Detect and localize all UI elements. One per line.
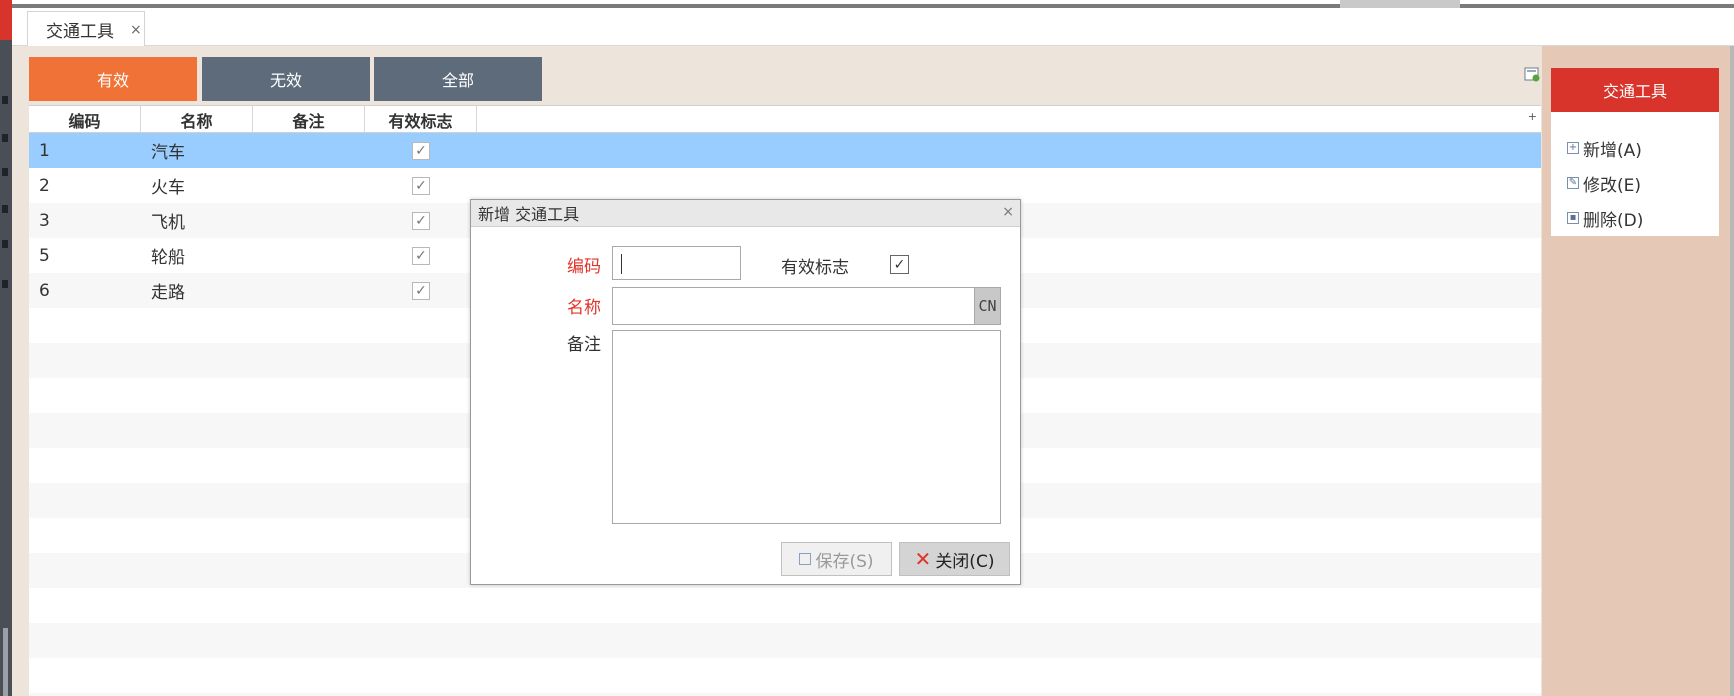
note-textarea[interactable] [612, 330, 1001, 524]
cell-code: 6 [39, 280, 50, 301]
filter-all-button[interactable]: 全部 [374, 57, 542, 101]
close-x-icon: ✕ [914, 547, 932, 571]
right-action-panel: 交通工具 + 新增(A) ✎ 修改(E) ▪ 删除(D) [1542, 46, 1734, 696]
empty-row [29, 623, 1541, 658]
edit-button[interactable]: ✎ 修改(E) [1567, 171, 1642, 196]
column-header-code[interactable]: 编码 [29, 106, 141, 133]
empty-row [29, 588, 1541, 623]
column-header-valid[interactable]: 有效标志 [365, 106, 477, 133]
dialog-close-icon[interactable]: × [1002, 204, 1014, 220]
grid-header: 编码 名称 备注 有效标志 + [29, 105, 1541, 133]
filter-valid-button[interactable]: 有效 [29, 57, 197, 101]
column-header-name[interactable]: 名称 [141, 106, 253, 133]
save-button[interactable]: 保存(S) [781, 542, 892, 576]
save-icon [799, 553, 812, 565]
export-excel-icon[interactable] [1524, 66, 1540, 82]
valid-checkbox[interactable]: ✓ [412, 246, 430, 265]
dialog-title: 新增 交通工具 [478, 205, 580, 224]
table-row[interactable]: 1 汽车 ✓ [29, 133, 1541, 168]
left-scrollbar[interactable] [3, 628, 8, 696]
panel-scrollbar[interactable] [1730, 46, 1734, 696]
add-icon: + [1567, 142, 1579, 154]
valid-checkbox[interactable]: ✓ [412, 281, 430, 300]
left-strip-marker [2, 205, 8, 213]
cell-name: 飞机 [151, 213, 185, 233]
dialog-titlebar[interactable]: 新增 交通工具 [471, 200, 1020, 227]
name-label: 名称 [567, 298, 601, 318]
top-border-highlight [1340, 0, 1460, 8]
edit-icon: ✎ [1567, 177, 1579, 189]
delete-label: 删除(D) [1583, 210, 1644, 231]
name-input[interactable]: CN [612, 287, 1001, 325]
empty-row [29, 658, 1541, 693]
valid-label: 有效标志 [781, 258, 849, 278]
valid-checkbox[interactable]: ✓ [412, 176, 430, 195]
cell-code: 1 [39, 140, 50, 161]
panel-title: 交通工具 [1551, 68, 1719, 112]
valid-checkbox[interactable]: ✓ [412, 211, 430, 230]
valid-checkbox[interactable]: ✓ [412, 141, 430, 160]
left-strip-marker [2, 96, 8, 104]
save-label: 保存(S) [815, 551, 874, 572]
cell-code: 2 [39, 175, 50, 196]
table-row[interactable]: 2 火车 ✓ [29, 168, 1541, 203]
delete-icon: ▪ [1567, 212, 1579, 224]
filter-invalid-button[interactable]: 无效 [202, 57, 370, 101]
left-strip-marker [2, 168, 8, 176]
column-header-note[interactable]: 备注 [253, 106, 365, 133]
note-label: 备注 [567, 335, 601, 355]
left-strip-marker [2, 134, 8, 142]
left-strip-marker [2, 280, 8, 288]
close-button[interactable]: ✕ 关闭(C) [899, 542, 1010, 576]
cell-name: 走路 [151, 283, 185, 303]
cn-input-toggle[interactable]: CN [974, 288, 1000, 324]
delete-button[interactable]: ▪ 删除(D) [1567, 206, 1644, 231]
code-input[interactable] [612, 246, 741, 280]
left-strip-marker [2, 240, 8, 248]
edit-label: 修改(E) [1583, 175, 1642, 196]
grid-expand-icon[interactable]: + [1528, 110, 1537, 123]
add-label: 新增(A) [1583, 140, 1642, 161]
tab-label: 交通工具 [46, 22, 114, 42]
cell-name: 轮船 [151, 248, 185, 268]
cell-code: 3 [39, 210, 50, 231]
cell-name: 汽车 [151, 143, 185, 163]
action-card: 交通工具 + 新增(A) ✎ 修改(E) ▪ 删除(D) [1551, 68, 1719, 236]
close-label: 关闭(C) [935, 551, 995, 572]
left-strip-accent [0, 0, 12, 40]
code-label: 编码 [567, 257, 601, 277]
tab-close-icon[interactable]: × [130, 22, 142, 38]
tab-transport[interactable]: 交通工具 × [27, 11, 145, 47]
tab-bar: 交通工具 × [12, 8, 1734, 47]
left-sidebar-strip [0, 0, 12, 696]
cell-name: 火车 [151, 178, 185, 198]
cell-code: 5 [39, 245, 50, 266]
add-dialog: 新增 交通工具 × 编码 有效标志 ✓ 名称 CN 备注 保存(S) ✕ 关闭(… [470, 199, 1021, 585]
add-button[interactable]: + 新增(A) [1567, 136, 1642, 161]
text-caret [621, 254, 622, 274]
valid-checkbox[interactable]: ✓ [890, 255, 909, 274]
